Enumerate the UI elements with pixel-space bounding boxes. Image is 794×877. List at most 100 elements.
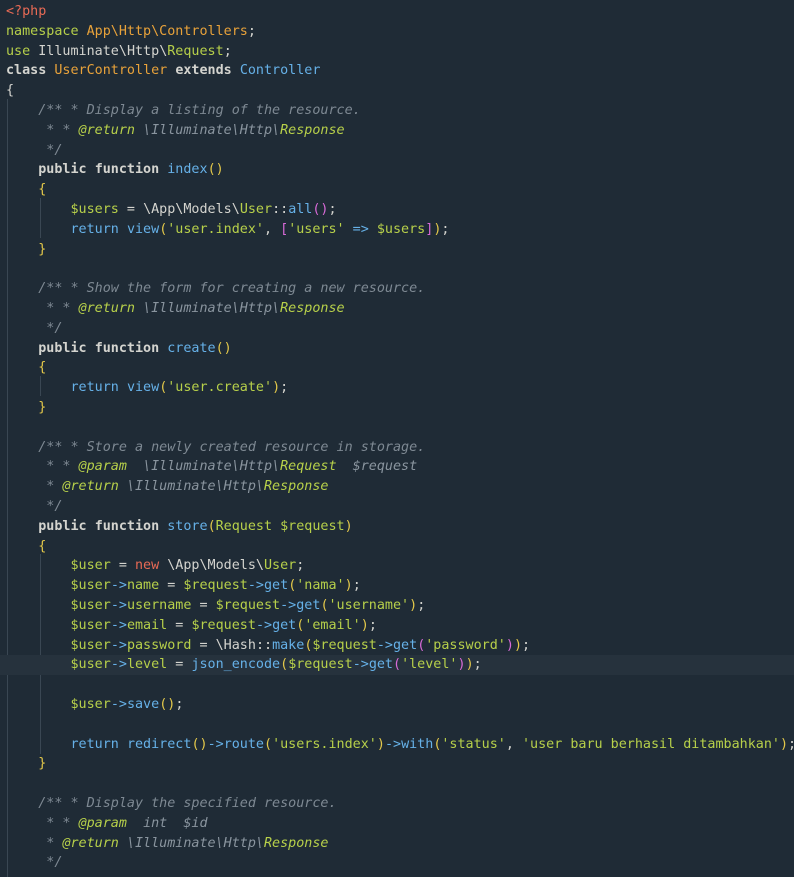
code-token: 'username' [328,598,410,613]
code-token: 'status' [441,736,506,752]
code-line[interactable]: $user->password = \Hash::make($request->… [0,636,794,656]
code-line[interactable]: * * @return \Illuminate\Http\Response [0,299,794,319]
code-line[interactable]: * * @param int $id [0,814,794,834]
code-line[interactable]: */ [0,319,794,339]
code-token: { [38,182,47,198]
code-token: \Illuminate\Http\ [126,835,264,851]
code-token: $id [183,815,208,831]
code-token: all [288,202,313,217]
code-line[interactable]: */ [0,141,794,161]
code-token: $request [336,459,418,475]
code-line[interactable]: return view('user.create'); [0,378,794,398]
code-line[interactable]: $users = \App\Models\User::all(); [0,200,794,220]
code-token: @return [78,122,144,138]
code-line[interactable] [0,675,794,695]
code-line[interactable]: $user->save(); [0,695,794,715]
code-line[interactable]: { [0,180,794,200]
code-editor[interactable]: <?php namespace App\Http\Controllers; use … [0,0,794,877]
code-token: $user [70,657,111,673]
code-token: @return [78,301,144,316]
code-line[interactable]: /** * Display the specified resource. [0,794,794,814]
code-line[interactable]: $user->email = $request->get('email'); [0,616,794,636]
code-line[interactable]: class UserController extends Controller [0,61,794,81]
code-line[interactable]: return redirect()->route('users.index')-… [0,735,794,755]
code-token: 'user.index' [167,221,264,237]
code-line[interactable]: * @return \Illuminate\Http\Response [0,834,794,854]
code-line[interactable]: * * @return \Illuminate\Http\Response [0,121,794,141]
code-line[interactable]: } [0,754,794,774]
code-token: $user [70,697,111,712]
code-token: function [94,518,168,534]
code-token: 'user baru berhasil ditambahkan' [522,736,780,752]
code-line[interactable]: } [0,398,794,418]
code-line[interactable]: return view('user.index', ['users' => $u… [0,220,794,240]
code-token: /** * Display the specified resource. [38,796,337,811]
code-token: * [6,835,63,851]
code-token: } [38,756,47,772]
code-token: ; [473,657,482,673]
code-token: () [159,697,176,712]
code-line[interactable]: * * @param \Illuminate\Http\Request $req… [0,457,794,477]
code-line[interactable]: namespace App\Http\Controllers; [0,22,794,42]
code-line[interactable]: } [0,240,794,260]
code-line[interactable]: public function create() [0,339,794,359]
code-line[interactable]: use Illuminate\Http\Request; [0,42,794,62]
code-line[interactable]: { [0,358,794,378]
code-token: -> [110,598,127,613]
code-token: ; [247,23,256,39]
code-token: /** * Display a listing of the resource. [38,103,361,118]
code-line[interactable]: */ [0,497,794,517]
code-token: with [401,736,434,752]
code-line[interactable]: $user->username = $request->get('usernam… [0,596,794,616]
code-line[interactable] [0,715,794,735]
code-token: 'email' [304,617,361,633]
code-line[interactable]: <?php [0,2,794,22]
code-token: -> [352,657,369,673]
code-token: () [215,340,232,356]
code-line[interactable] [0,259,794,279]
code-token: $request [183,578,248,594]
code-token: ) [344,518,353,534]
code-token: = [191,598,216,613]
code-line[interactable]: * @return \Illuminate\Http\Response [0,477,794,497]
code-token: = [118,202,144,217]
code-token: -> [255,617,273,633]
code-token: make [272,637,305,653]
code-token: function [94,340,168,356]
code-line[interactable] [0,774,794,794]
code-token: username [126,598,192,613]
code-token: [ [280,221,289,237]
code-line[interactable]: $user->level = json_encode($request->get… [0,655,794,676]
code-token: \ [118,43,127,59]
code-line[interactable]: { [0,537,794,557]
code-token: use [6,43,39,59]
code-line[interactable]: $user->name = $request->get('nama'); [0,576,794,596]
code-token: { [38,360,47,376]
code-line[interactable]: public function store(Request $request) [0,517,794,537]
code-line[interactable]: public function index() [0,160,794,180]
code-token: index [167,162,208,178]
code-token: $request [215,598,281,613]
code-token: store [167,518,208,534]
code-line[interactable]: /** * Show the form for creating a new r… [0,279,794,299]
code-line[interactable]: { [0,81,794,101]
code-token: $request [312,637,377,653]
code-line[interactable]: */ [0,853,794,873]
code-line[interactable]: $user = new \App\Models\User; [0,556,794,576]
code-token: \Illuminate\Http\ [143,459,281,475]
code-line[interactable] [0,418,794,438]
code-token: \Illuminate\Http\ [126,479,264,495]
code-line[interactable]: /** * Store a newly created resource in … [0,438,794,458]
code-token: */ [6,142,63,158]
code-token: view [126,380,160,396]
code-line[interactable]: /** * Display a listing of the resource. [0,101,794,121]
